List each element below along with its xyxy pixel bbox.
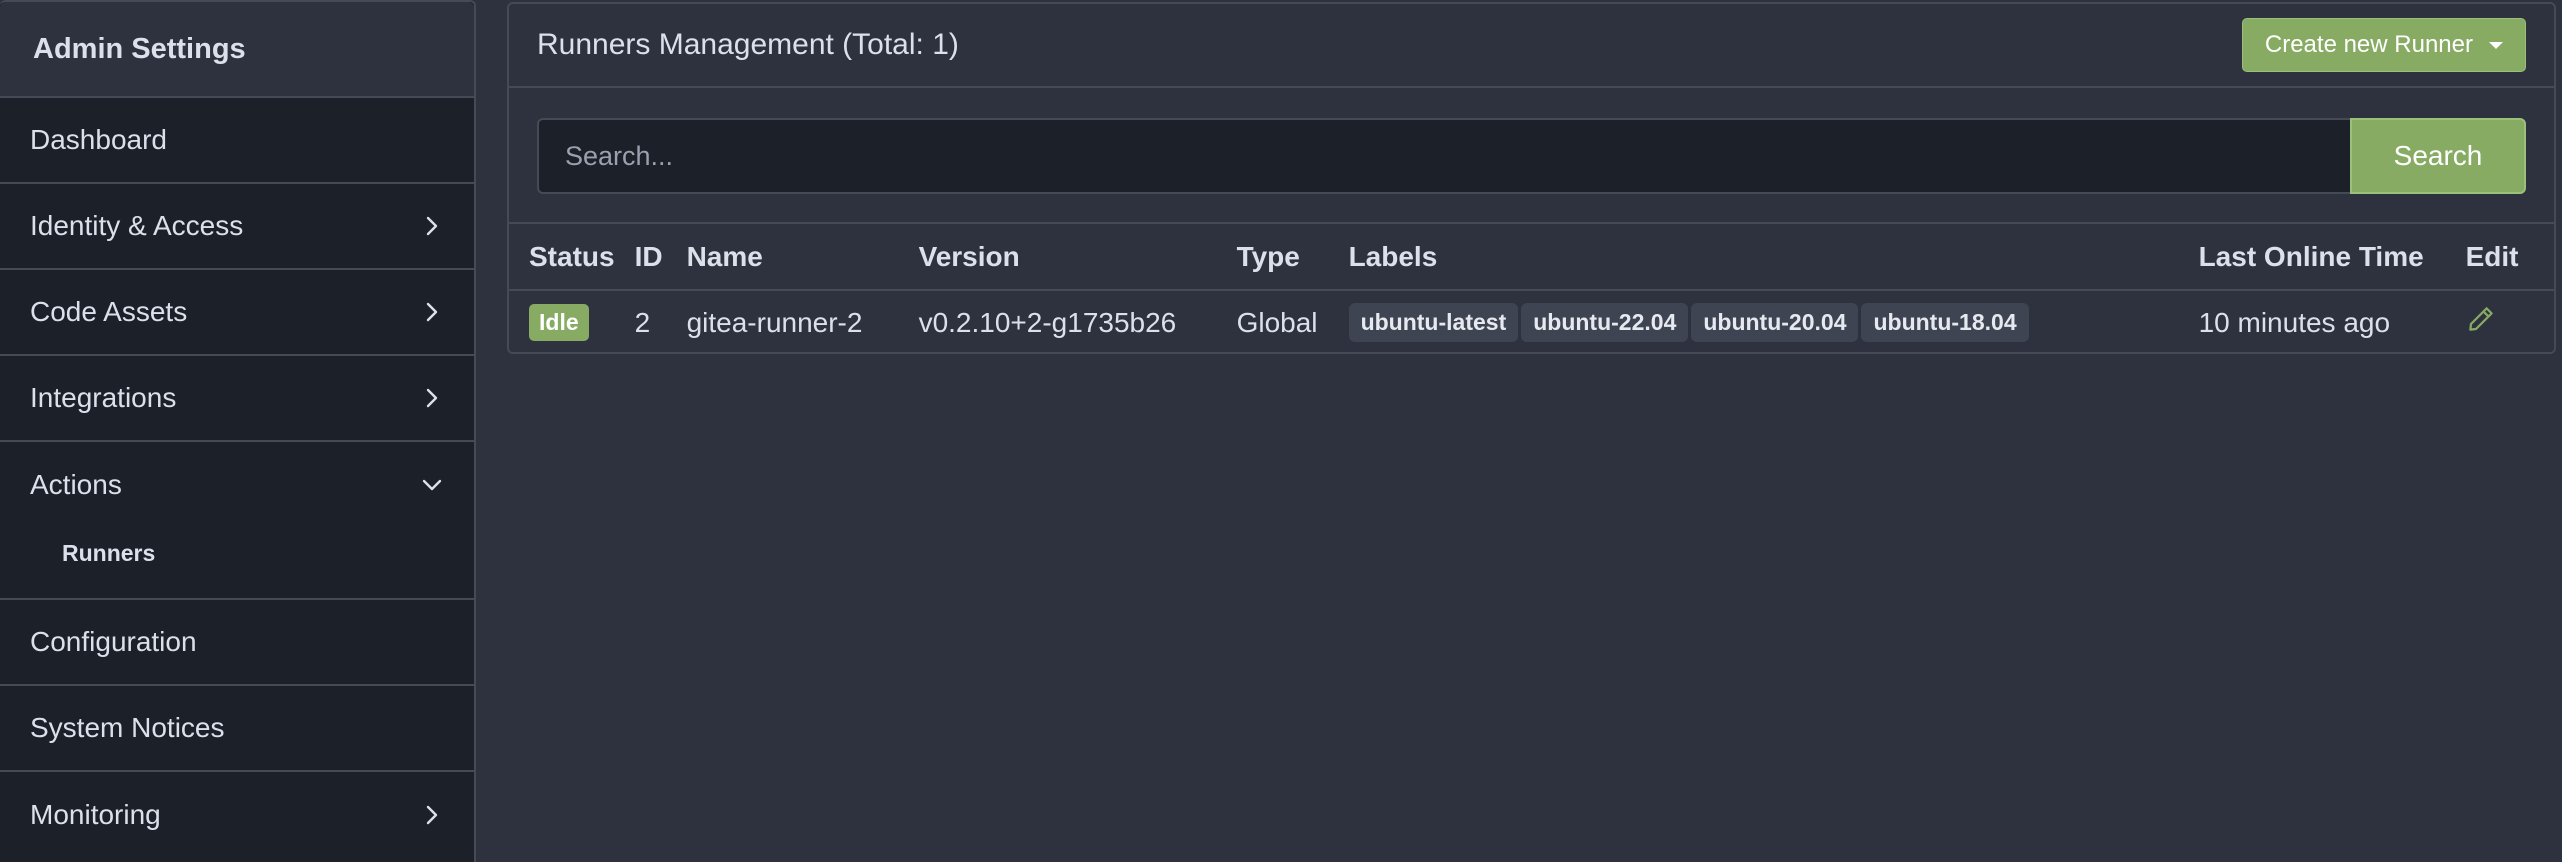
sidebar-item-dashboard[interactable]: Dashboard: [0, 98, 474, 184]
sidebar-item-integrations[interactable]: Integrations: [0, 356, 474, 442]
column-header-type[interactable]: Type: [1216, 224, 1329, 291]
search-button[interactable]: Search: [2350, 118, 2526, 194]
chevron-right-icon: [420, 214, 444, 238]
sidebar-item-label: Identity & Access: [30, 210, 244, 241]
sidebar-item-system-notices[interactable]: System Notices: [0, 686, 474, 772]
sidebar-subitem-label: Runners: [62, 539, 156, 566]
create-runner-button[interactable]: Create new Runner: [2241, 18, 2526, 72]
sidebar-item-label: System Notices: [30, 712, 225, 743]
cell-edit: [2445, 290, 2554, 352]
sidebar-item-identity-access[interactable]: Identity & Access: [0, 184, 474, 270]
column-header-name[interactable]: Name: [666, 224, 899, 291]
pencil-icon[interactable]: [2466, 304, 2496, 334]
sidebar-item-configuration[interactable]: Configuration: [0, 600, 474, 686]
status-badge: Idle: [529, 304, 589, 341]
column-header-status[interactable]: Status: [509, 224, 615, 291]
sidebar-item-label: Actions: [30, 469, 122, 500]
column-header-labels[interactable]: Labels: [1328, 224, 2179, 291]
table-row: Idle 2 gitea-runner-2 v0.2.10+2-g1735b26…: [509, 290, 2554, 352]
sidebar-group-actions: Actions Runners: [0, 442, 474, 600]
column-header-version[interactable]: Version: [898, 224, 1217, 291]
cell-last-online: 10 minutes ago: [2178, 290, 2446, 352]
sidebar-item-monitoring[interactable]: Monitoring: [0, 772, 474, 858]
sidebar-item-code-assets[interactable]: Code Assets: [0, 270, 474, 356]
column-header-id[interactable]: ID: [614, 224, 667, 291]
cell-id: 2: [614, 290, 667, 352]
cell-type: Global: [1216, 290, 1329, 352]
chevron-right-icon: [420, 803, 444, 827]
cell-name: gitea-runner-2: [666, 290, 899, 352]
cell-labels: ubuntu-latest ubuntu-22.04 ubuntu-20.04 ubu…: [1328, 290, 2179, 352]
sidebar-subitem-runners[interactable]: Runners: [0, 518, 474, 598]
cell-version: v0.2.10+2-g1735b26: [898, 290, 1217, 352]
runners-panel: Runners Management (Total: 1) Create new…: [507, 2, 2556, 354]
create-runner-label: Create new Runner: [2264, 31, 2473, 58]
search-row: Search: [537, 118, 2526, 194]
chevron-right-icon: [420, 386, 444, 410]
sidebar-item-label: Monitoring: [30, 799, 161, 830]
cell-status: Idle: [509, 290, 615, 352]
sidebar-item-actions[interactable]: Actions: [0, 442, 474, 528]
panel-header: Runners Management (Total: 1) Create new…: [509, 4, 2554, 88]
sidebar-item-label: Code Assets: [30, 296, 188, 327]
table-header-row: Status ID Name Version Type Labels Last …: [509, 224, 2554, 291]
label-badge: ubuntu-22.04: [1521, 303, 1689, 342]
caret-down-icon: [2489, 41, 2503, 49]
page-title: Runners Management (Total: 1): [537, 28, 959, 61]
sidebar-item-label: Dashboard: [30, 124, 167, 155]
column-header-last-online[interactable]: Last Online Time: [2178, 224, 2446, 291]
label-badge: ubuntu-latest: [1348, 303, 1519, 342]
admin-sidebar: Admin Settings Dashboard Identity & Acce…: [0, 0, 476, 862]
chevron-down-icon: [420, 473, 444, 497]
sidebar-item-label: Configuration: [30, 626, 197, 657]
search-input[interactable]: [537, 118, 2350, 194]
label-badge: ubuntu-20.04: [1691, 303, 1859, 342]
search-area: Search: [509, 88, 2554, 224]
chevron-right-icon: [420, 300, 444, 324]
column-header-edit: Edit: [2445, 224, 2554, 291]
sidebar-item-label: Integrations: [30, 382, 177, 413]
label-badge: ubuntu-18.04: [1861, 303, 2029, 342]
runners-table: Status ID Name Version Type Labels Last …: [509, 224, 2554, 352]
sidebar-title: Admin Settings: [0, 2, 474, 98]
